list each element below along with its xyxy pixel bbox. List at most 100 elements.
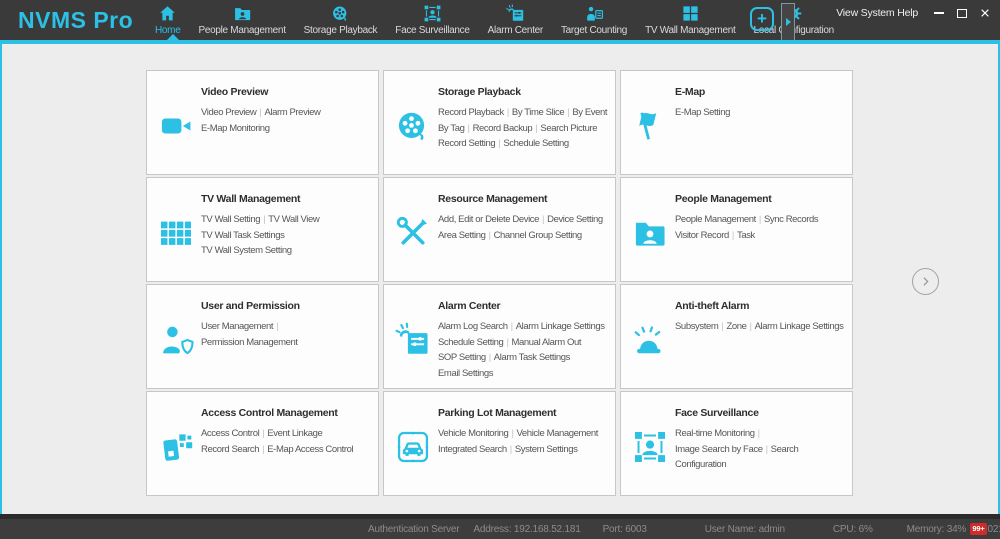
module-link-by-time-slice[interactable]: By Time Slice bbox=[512, 107, 564, 118]
link-separator: | bbox=[489, 352, 491, 363]
link-separator: | bbox=[535, 123, 537, 134]
module-link-search[interactable]: Search bbox=[771, 444, 799, 455]
module-link-device-setting[interactable]: Device Setting bbox=[547, 214, 603, 225]
status-address: Address: 192.168.52.181 bbox=[473, 524, 580, 535]
nav-item-alarm-center[interactable]: Alarm Center bbox=[479, 0, 552, 40]
link-separator: | bbox=[263, 214, 265, 225]
module-link-permission-management[interactable]: Permission Management bbox=[201, 337, 298, 348]
module-link-record-setting[interactable]: Record Setting bbox=[438, 138, 495, 149]
module-link-video-preview[interactable]: Video Preview bbox=[201, 107, 256, 118]
module-card-resource-management: Resource ManagementAdd, Edit or Delete D… bbox=[383, 177, 616, 282]
module-link-image-search-by-face[interactable]: Image Search by Face bbox=[675, 444, 763, 455]
nav-item-face-surveillance[interactable]: Face Surveillance bbox=[386, 0, 478, 40]
module-link-line: TV Wall Task Settings bbox=[201, 228, 378, 244]
module-card-video-preview: Video PreviewVideo Preview|Alarm Preview… bbox=[146, 70, 379, 175]
module-link-alarm-task-settings[interactable]: Alarm Task Settings bbox=[494, 352, 570, 363]
module-link-channel-group-setting[interactable]: Channel Group Setting bbox=[494, 230, 582, 241]
module-link-email-settings[interactable]: Email Settings bbox=[438, 368, 493, 379]
module-link-people-management[interactable]: People Management bbox=[675, 214, 756, 225]
module-link-schedule-setting[interactable]: Schedule Setting bbox=[438, 337, 503, 348]
module-link-vehicle-monitoring[interactable]: Vehicle Monitoring bbox=[438, 428, 508, 439]
module-link-integrated-search[interactable]: Integrated Search bbox=[438, 444, 507, 455]
module-link-sync-records[interactable]: Sync Records bbox=[764, 214, 818, 225]
module-link-e-map-monitoring[interactable]: E-Map Monitoring bbox=[201, 123, 270, 134]
module-link-line: Email Settings bbox=[438, 366, 615, 382]
module-link-system-settings[interactable]: System Settings bbox=[515, 444, 578, 455]
add-tab-button[interactable]: + bbox=[750, 7, 774, 31]
module-card-anti-theft-alarm: Anti-theft AlarmSubsystem|Zone|Alarm Lin… bbox=[620, 284, 853, 389]
module-link-access-control[interactable]: Access Control bbox=[201, 428, 259, 439]
module-link-alarm-linkage-settings[interactable]: Alarm Linkage Settings bbox=[516, 321, 605, 332]
module-link-line: TV Wall System Setting bbox=[201, 243, 378, 259]
module-link-by-tag[interactable]: By Tag bbox=[438, 123, 464, 134]
module-link-search-picture[interactable]: Search Picture bbox=[540, 123, 597, 134]
module-link-tv-wall-setting[interactable]: TV Wall Setting bbox=[201, 214, 260, 225]
module-card-title: Face Surveillance bbox=[675, 407, 846, 419]
nav-overflow-panel[interactable] bbox=[781, 3, 795, 41]
module-card-title: Access Control Management bbox=[201, 407, 372, 419]
link-separator: | bbox=[506, 337, 508, 348]
status-server-label: Authentication Server bbox=[368, 524, 459, 535]
module-link-area-setting[interactable]: Area Setting bbox=[438, 230, 485, 241]
module-link-vehicle-management[interactable]: Vehicle Management bbox=[517, 428, 599, 439]
module-link-e-map-access-control[interactable]: E-Map Access Control bbox=[267, 444, 353, 455]
module-link-alarm-preview[interactable]: Alarm Preview bbox=[264, 107, 320, 118]
module-link-record-playback[interactable]: Record Playback bbox=[438, 107, 504, 118]
next-page-button[interactable] bbox=[912, 268, 939, 295]
module-card-face-surveillance: Face Surveillance Real-time Monitoring| Im… bbox=[620, 391, 853, 496]
home-dashboard: Video PreviewVideo Preview|Alarm Preview… bbox=[0, 44, 1000, 514]
module-link-line: Configuration bbox=[675, 457, 852, 473]
module-link-line: Alarm Log Search|Alarm Linkage Settings bbox=[438, 319, 615, 335]
module-link-user-management[interactable]: User Management bbox=[201, 321, 273, 332]
alarm-count-badge[interactable]: 99+ bbox=[970, 523, 987, 535]
module-link-alarm-linkage-settings[interactable]: Alarm Linkage Settings bbox=[755, 321, 844, 332]
module-link-visitor-record[interactable]: Visitor Record bbox=[675, 230, 729, 241]
link-separator: | bbox=[498, 138, 500, 149]
module-link-line: Real-time Monitoring| bbox=[675, 426, 852, 442]
module-link-line: Record Setting|Schedule Setting bbox=[438, 136, 615, 152]
module-link-tv-wall-task-settings[interactable]: TV Wall Task Settings bbox=[201, 230, 284, 241]
module-link-line: Video Preview|Alarm Preview bbox=[201, 105, 378, 121]
view-system-help-link[interactable]: View System Help bbox=[836, 7, 918, 19]
status-port: Port: 6003 bbox=[603, 524, 647, 535]
module-link-by-event[interactable]: By Event bbox=[572, 107, 607, 118]
link-separator: | bbox=[262, 428, 264, 439]
module-link-add-edit-or-delete-device[interactable]: Add, Edit or Delete Device bbox=[438, 214, 539, 225]
nav-item-label: TV Wall Management bbox=[645, 25, 735, 36]
module-link-event-linkage[interactable]: Event Linkage bbox=[267, 428, 322, 439]
module-link-task[interactable]: Task bbox=[737, 230, 755, 241]
module-link-real-time-monitoring[interactable]: Real-time Monitoring bbox=[675, 428, 755, 439]
module-card-title: Storage Playback bbox=[438, 86, 609, 98]
minimize-icon[interactable] bbox=[934, 12, 944, 14]
module-link-zone[interactable]: Zone bbox=[726, 321, 746, 332]
module-link-sop-setting[interactable]: SOP Setting bbox=[438, 352, 486, 363]
link-separator: | bbox=[732, 230, 734, 241]
module-card-title: People Management bbox=[675, 193, 846, 205]
nav-item-target-counting[interactable]: Target Counting bbox=[552, 0, 636, 40]
module-link-line: Subsystem|Zone|Alarm Linkage Settings bbox=[675, 319, 852, 335]
nav-item-storage-playback[interactable]: Storage Playback bbox=[295, 0, 387, 40]
module-link-subsystem[interactable]: Subsystem bbox=[675, 321, 718, 332]
module-link-e-map-setting[interactable]: E-Map Setting bbox=[675, 107, 730, 118]
module-link-tv-wall-view[interactable]: TV Wall View bbox=[268, 214, 319, 225]
close-icon[interactable] bbox=[980, 8, 990, 18]
module-link-line: People Management|Sync Records bbox=[675, 212, 852, 228]
nav-item-tv-wall-management[interactable]: TV Wall Management bbox=[636, 0, 744, 40]
face-surveillance-icon bbox=[423, 4, 442, 23]
module-link-record-backup[interactable]: Record Backup bbox=[473, 123, 533, 134]
module-link-tv-wall-system-setting[interactable]: TV Wall System Setting bbox=[201, 245, 292, 256]
nav-item-people-management[interactable]: People Management bbox=[189, 0, 294, 40]
module-link-line: Record Playback|By Time Slice|By Event bbox=[438, 105, 615, 121]
link-separator: | bbox=[507, 107, 509, 118]
module-link-line: E-Map Monitoring bbox=[201, 121, 378, 137]
module-link-schedule-setting[interactable]: Schedule Setting bbox=[503, 138, 568, 149]
maximize-icon[interactable] bbox=[957, 9, 967, 18]
module-link-configuration[interactable]: Configuration bbox=[675, 459, 726, 470]
user-shield-icon bbox=[158, 322, 194, 358]
module-link-record-search[interactable]: Record Search bbox=[201, 444, 259, 455]
parking-car-icon bbox=[395, 429, 431, 465]
module-link-manual-alarm-out[interactable]: Manual Alarm Out bbox=[512, 337, 582, 348]
module-card-user-and-permission: User and PermissionUser Management|Permi… bbox=[146, 284, 379, 389]
module-link-line: Integrated Search|System Settings bbox=[438, 442, 615, 458]
module-link-alarm-log-search[interactable]: Alarm Log Search bbox=[438, 321, 508, 332]
